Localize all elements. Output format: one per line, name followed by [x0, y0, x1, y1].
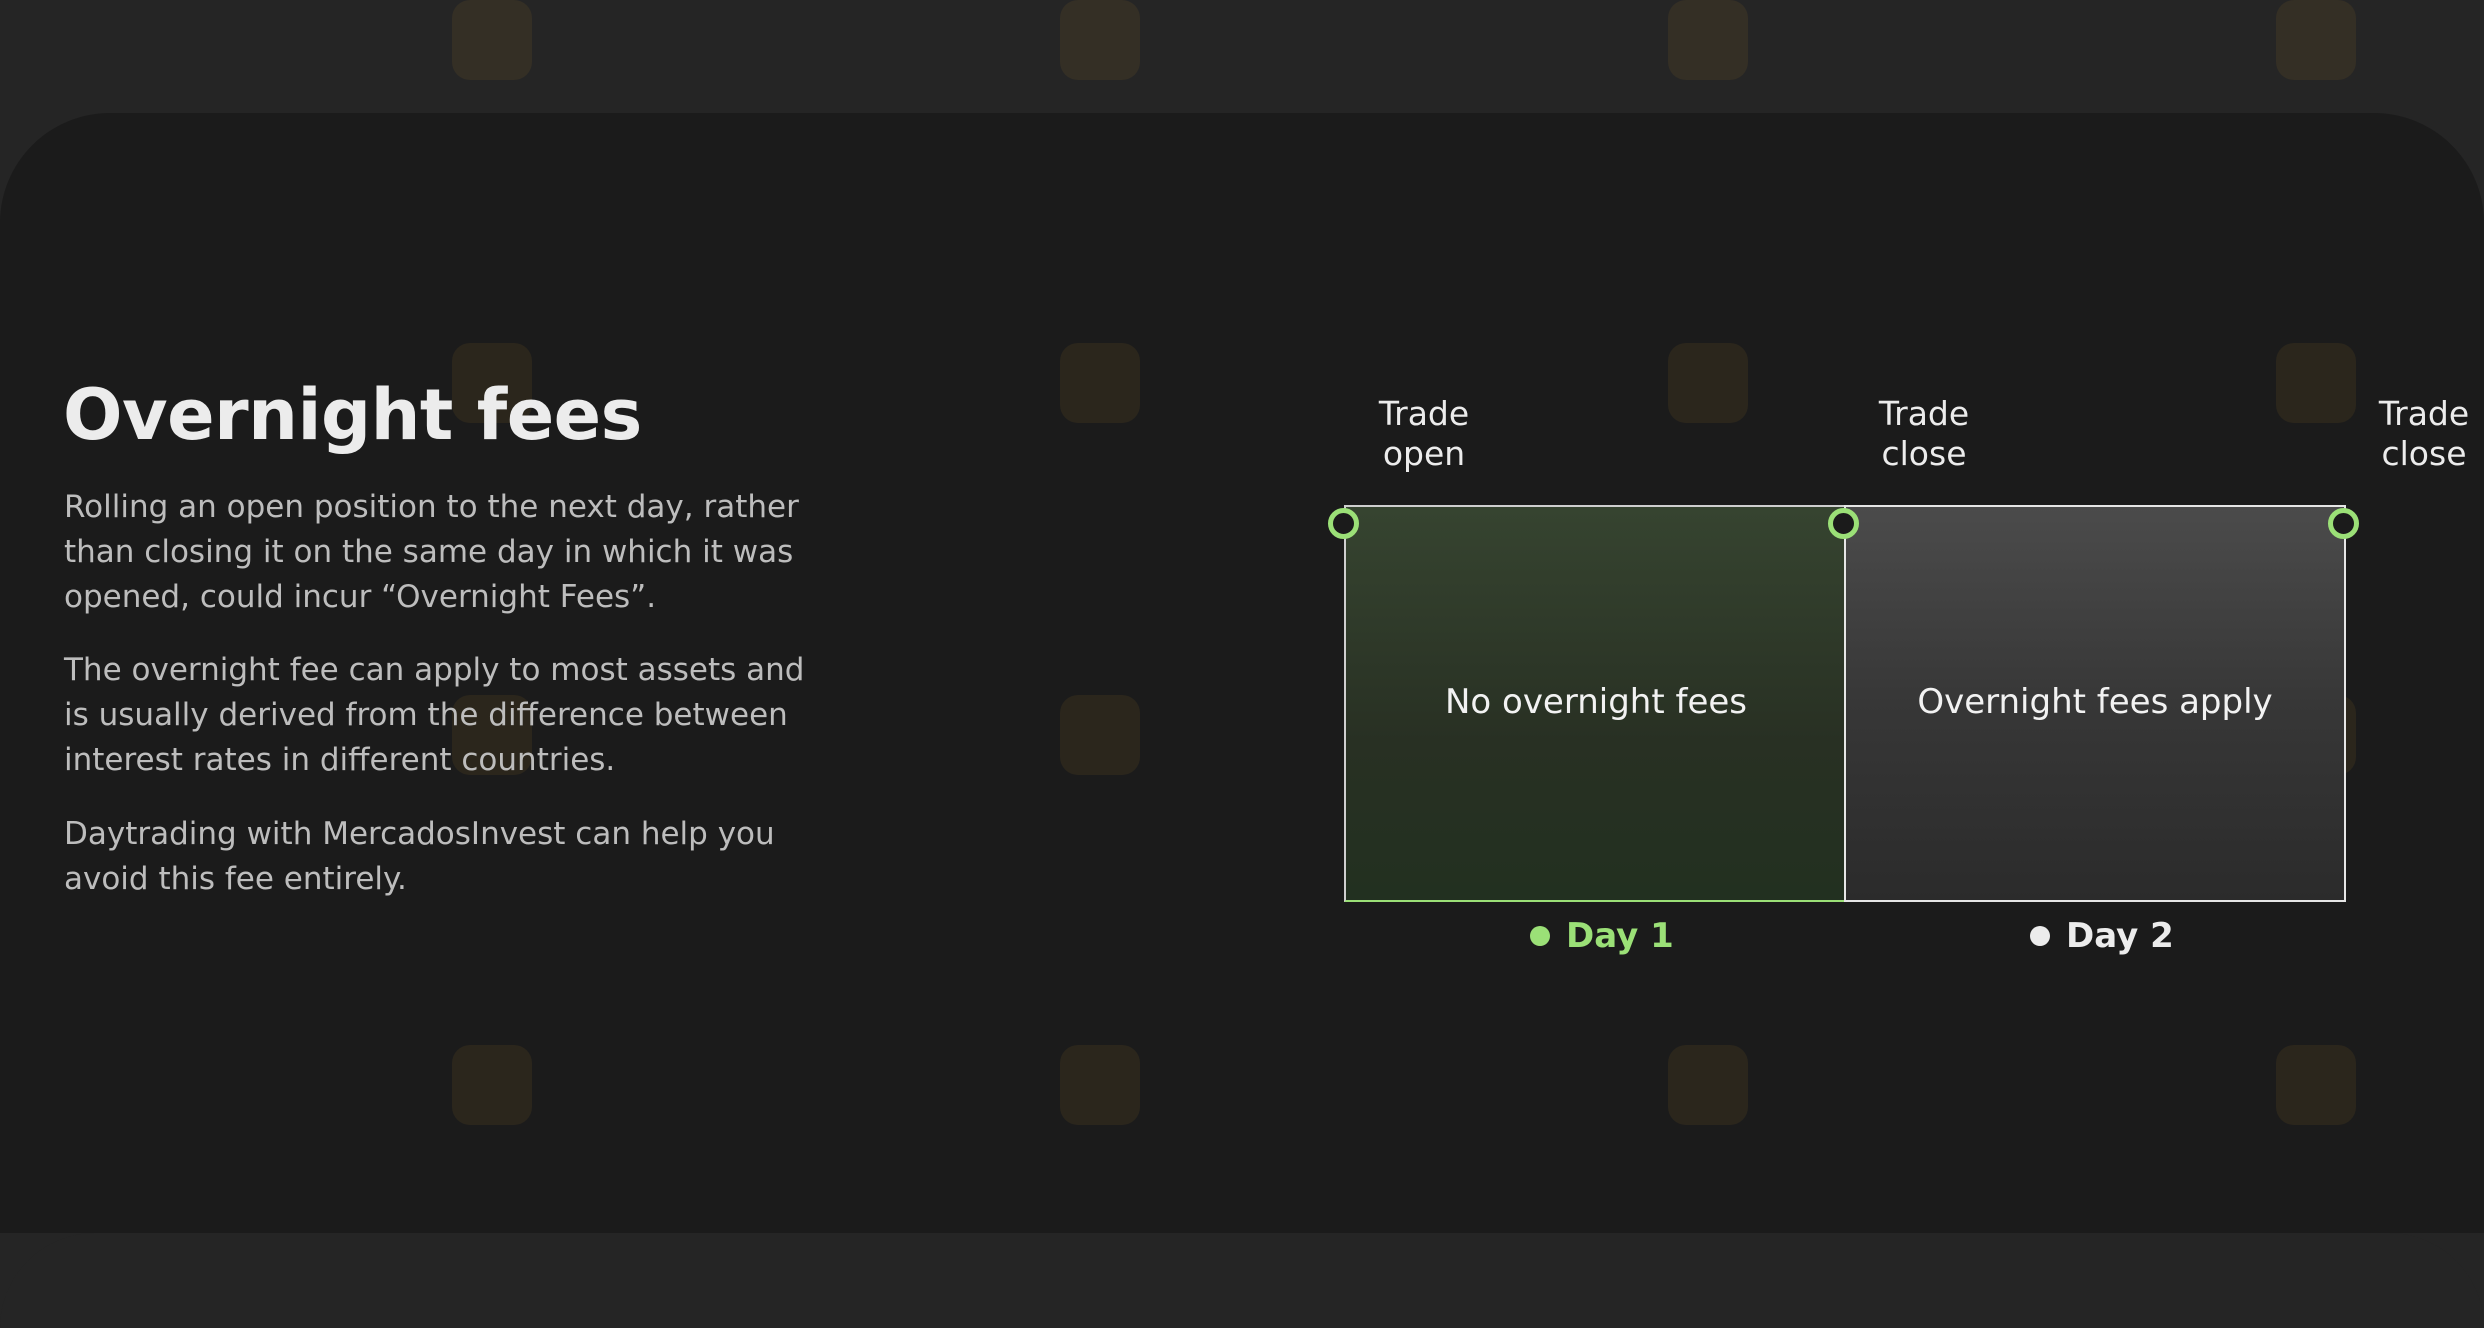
marker-label-trade-close-day2: Trade close — [2344, 394, 2484, 474]
day2-label: Day 2 — [2066, 916, 2174, 956]
marker-label-line: Trade — [1378, 394, 1470, 433]
paragraph-fee-origin: The overnight fee can apply to most asse… — [64, 652, 805, 778]
marker-label-line: open — [1382, 434, 1466, 473]
marker-label-trade-close-day1: Trade close — [1844, 394, 2004, 474]
period-day1-box: No overnight fees — [1344, 505, 1846, 902]
trade-open-ring-icon — [1328, 508, 1359, 539]
period-day2-label: Overnight fees apply — [1917, 682, 2273, 722]
marker-label-line: close — [2381, 434, 2467, 473]
marker-label-trade-open: Trade open — [1344, 394, 1504, 474]
marker-label-line: Trade — [1878, 394, 1970, 433]
period-day1-label: No overnight fees — [1444, 682, 1748, 722]
trade-close-ring-icon — [1828, 508, 1859, 539]
paragraph-daytrading: Daytrading with MercadosInvest can help … — [64, 816, 775, 897]
marker-label-line: Trade — [2378, 394, 2470, 433]
period-day2-box: Overnight fees apply — [1844, 505, 2346, 902]
day2-legend: Day 2 — [2030, 913, 2174, 959]
paragraph-rollover: Rolling an open position to the next day… — [64, 489, 799, 615]
watermark-logo-icon — [2276, 0, 2356, 80]
section-title: Overnight fees — [63, 374, 642, 456]
watermark-logo-icon — [452, 0, 532, 80]
section-divider — [0, 1188, 2484, 1233]
watermark-logo-icon — [1060, 1045, 1140, 1125]
watermark-logo-icon — [1668, 0, 1748, 80]
marker-label-line: close — [1881, 434, 1967, 473]
watermark-logo-icon — [1060, 0, 1140, 80]
page: Overnight fees Rolling an open position … — [0, 0, 2484, 1328]
watermark-logo-icon — [452, 1045, 532, 1125]
trade-close-ring-icon — [2328, 508, 2359, 539]
overnight-fee-diagram: Trade open Trade close Trade close No ov… — [1300, 385, 2469, 965]
watermark-logo-icon — [1060, 695, 1140, 775]
watermark-logo-icon — [1668, 1045, 1748, 1125]
day1-dot-icon — [1530, 926, 1550, 946]
watermark-logo-icon — [1060, 343, 1140, 423]
day1-legend: Day 1 — [1530, 913, 1674, 959]
next-section — [0, 1233, 2484, 1328]
watermark-logo-icon — [2276, 1045, 2356, 1125]
day1-label: Day 1 — [1566, 916, 1674, 956]
day2-dot-icon — [2030, 926, 2050, 946]
